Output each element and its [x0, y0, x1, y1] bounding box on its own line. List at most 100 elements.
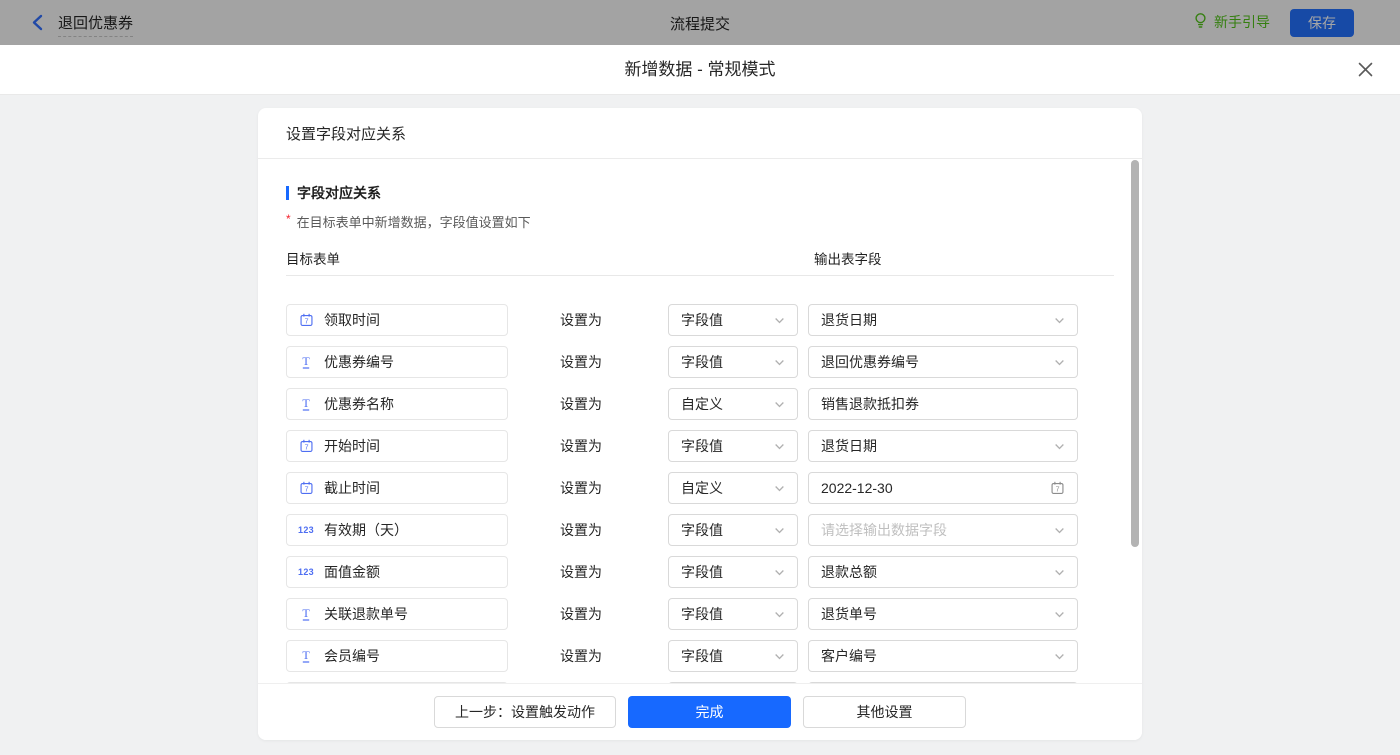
dialog-title: 新增数据 - 常规模式: [0, 45, 1400, 94]
section-description: *在目标表单中新增数据，字段值设置如下: [286, 212, 1114, 231]
svg-text:7: 7: [304, 487, 308, 494]
output-value-box[interactable]: 退回优惠券编号: [808, 346, 1078, 378]
target-field-box[interactable]: T关联退款单号: [286, 598, 508, 630]
target-field-box[interactable]: 7领取时间: [286, 304, 508, 336]
mapping-row: 123面值金额设置为字段值退款总额: [286, 556, 1114, 588]
output-value-box[interactable]: 销售退款抵扣券: [808, 388, 1078, 420]
screen: 退回优惠券 流程提交 新手引导 保存 新增数据 - 常规模式 设置字段对应关系 …: [0, 0, 1400, 755]
mode-value: 字段值: [681, 646, 723, 666]
finish-button[interactable]: 完成: [628, 696, 791, 728]
target-field-label: 优惠券名称: [324, 394, 394, 414]
vertical-scrollbar-thumb[interactable]: [1131, 160, 1139, 547]
previous-step-button[interactable]: 上一步：设置触发动作: [434, 696, 616, 728]
chevron-down-icon: [774, 609, 785, 620]
mode-select[interactable]: 字段值: [668, 514, 798, 546]
chevron-down-icon: [774, 567, 785, 578]
set-as-label: 设置为: [560, 646, 604, 666]
mode-select[interactable]: 字段值: [668, 346, 798, 378]
mode-select[interactable]: 自定义: [668, 388, 798, 420]
output-value: 客户编号: [821, 646, 877, 666]
mapping-row: T优惠券名称设置为自定义销售退款抵扣券: [286, 388, 1114, 420]
target-field-label: 关联退款单号: [324, 604, 408, 624]
target-field-box[interactable]: T会员编号: [286, 640, 508, 672]
chevron-down-icon: [774, 399, 785, 410]
mode-select[interactable]: 字段值: [668, 430, 798, 462]
output-value: 退货单号: [821, 604, 877, 624]
number-field-icon: 123: [297, 567, 315, 577]
section-title: 字段对应关系: [297, 183, 381, 203]
target-field-box[interactable]: 7 截止时间: [286, 472, 508, 504]
target-field-label: 有效期（天）: [324, 520, 408, 540]
mapping-row: T 优惠券编号 设置为 字段值 退回优惠券编号: [286, 346, 1114, 378]
calendar-field-icon: 7: [297, 480, 315, 496]
chevron-down-icon: [774, 315, 785, 326]
output-value-box[interactable]: 客户编号: [808, 640, 1078, 672]
target-field-box[interactable]: 123有效期（天）: [286, 514, 508, 546]
other-settings-button[interactable]: 其他设置: [803, 696, 966, 728]
column-divider: [286, 275, 1114, 276]
target-field-label: 会员编号: [324, 646, 380, 666]
mapping-row: 7领取时间 设置为 字段值 退货日期: [286, 304, 1114, 336]
mode-value: 字段值: [681, 604, 723, 624]
output-value: 退款总额: [821, 562, 877, 582]
target-field-box[interactable]: T优惠券名称: [286, 388, 508, 420]
chevron-down-icon: [774, 483, 785, 494]
target-field-label: 截止时间: [324, 478, 380, 498]
mapping-scroll-area[interactable]: 字段对应关系 *在目标表单中新增数据，字段值设置如下 目标表单 输出表字段 7领…: [258, 159, 1142, 683]
dialog-footer: 上一步：设置触发动作 完成 其他设置: [258, 683, 1142, 740]
output-value-box[interactable]: 退货日期: [808, 304, 1078, 336]
lightbulb-icon: [1193, 12, 1208, 32]
mapping-row: 7 截止时间 设置为 自定义 2022-12-307: [286, 472, 1114, 504]
output-value-box[interactable]: 退款总额: [808, 556, 1078, 588]
mode-select[interactable]: 字段值: [668, 556, 798, 588]
mode-value: 自定义: [681, 478, 723, 498]
chevron-down-icon: [1054, 315, 1065, 326]
output-value: 退货日期: [821, 310, 877, 330]
output-value-box[interactable]: 退货日期: [808, 430, 1078, 462]
target-field-label: 开始时间: [324, 436, 380, 456]
mode-value: 字段值: [681, 310, 723, 330]
mapping-row: T关联退款单号 设置为 字段值 退货单号: [286, 598, 1114, 630]
mode-value: 字段值: [681, 436, 723, 456]
card-header-title: 设置字段对应关系: [258, 108, 1142, 159]
output-value-box[interactable]: 请选择输出数据字段: [808, 514, 1078, 546]
mode-select[interactable]: 字段值: [668, 598, 798, 630]
guide-label: 新手引导: [1214, 12, 1270, 32]
required-asterisk: *: [286, 212, 291, 226]
set-as-label: 设置为: [560, 352, 604, 372]
target-field-box[interactable]: 7开始时间: [286, 430, 508, 462]
target-field-box[interactable]: 123面值金额: [286, 556, 508, 588]
set-as-label: 设置为: [560, 478, 604, 498]
mapping-rows: 7领取时间设置为字段值退货日期T优惠券编号设置为字段值退回优惠券编号T优惠券名称…: [286, 304, 1114, 683]
mode-select[interactable]: 自定义: [668, 472, 798, 504]
set-as-label: 设置为: [560, 310, 604, 330]
mode-value: 字段值: [681, 352, 723, 372]
mapping-card: 设置字段对应关系 字段对应关系 *在目标表单中新增数据，字段值设置如下 目标表单…: [258, 108, 1142, 740]
chevron-down-icon: [1054, 609, 1065, 620]
output-value: 请选择输出数据字段: [821, 520, 947, 540]
mode-select[interactable]: 字段值: [668, 640, 798, 672]
target-field-box[interactable]: T 优惠券编号: [286, 346, 508, 378]
set-as-label: 设置为: [560, 604, 604, 624]
dialog-header: 新增数据 - 常规模式: [0, 45, 1400, 95]
top-navbar: 退回优惠券 流程提交 新手引导 保存: [0, 0, 1400, 45]
chevron-down-icon: [774, 441, 785, 452]
calendar-icon: 7: [1050, 480, 1065, 496]
dialog-body: 设置字段对应关系 字段对应关系 *在目标表单中新增数据，字段值设置如下 目标表单…: [0, 95, 1400, 755]
svg-text:7: 7: [1056, 487, 1060, 494]
mapping-row: 7开始时间设置为字段值退货日期: [286, 430, 1114, 462]
beginner-guide-link[interactable]: 新手引导: [1193, 12, 1270, 32]
mode-select[interactable]: 字段值: [668, 304, 798, 336]
mode-value: 自定义: [681, 394, 723, 414]
svg-text:T: T: [302, 354, 310, 368]
target-field-label: 领取时间: [324, 310, 380, 330]
output-value: 退回优惠券编号: [821, 352, 919, 372]
output-value-box[interactable]: 2022-12-307: [808, 472, 1078, 504]
target-field-label: 优惠券编号: [324, 352, 394, 372]
chevron-down-icon: [1054, 357, 1065, 368]
chevron-down-icon: [1054, 651, 1065, 662]
close-icon[interactable]: [1357, 61, 1374, 83]
output-value-box[interactable]: 退货单号: [808, 598, 1078, 630]
mapping-row: 123有效期（天）设置为字段值请选择输出数据字段: [286, 514, 1114, 546]
save-button[interactable]: 保存: [1290, 9, 1354, 37]
